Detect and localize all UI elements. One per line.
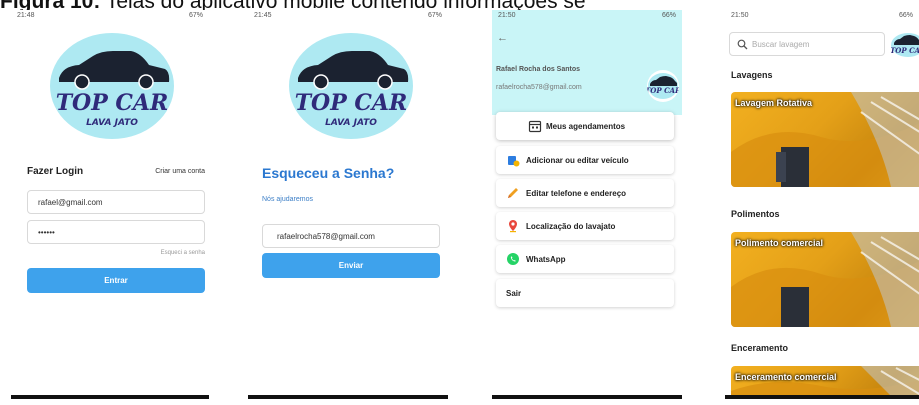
service-card-label: Polimento comercial [735, 238, 824, 248]
waxing-photo [731, 366, 919, 399]
status-battery: 67% [188, 12, 203, 19]
search-input[interactable]: Buscar lavagem [729, 32, 885, 56]
password-field[interactable]: •••••• [27, 220, 205, 244]
section-title: Polimentos [731, 209, 780, 219]
recovery-email-field[interactable]: rafaelrocha578@gmail.com [262, 224, 440, 248]
service-card-label: Lavagem Rotativa [735, 98, 813, 108]
service-card-enceramento[interactable]: Enceramento comercial [731, 366, 919, 399]
services-screen: 21:50 66% Buscar lavagem TOP CAR Lavagen… [725, 10, 919, 399]
status-bar: 21:48 67% [11, 10, 209, 24]
svg-text:TOP CAR: TOP CAR [647, 86, 679, 95]
svg-text:TOP CAR: TOP CAR [891, 46, 919, 55]
status-time: 21:50 [498, 12, 516, 19]
avatar: TOP CAR [647, 70, 679, 102]
forgot-subtitle: Nós ajudaremos [262, 196, 313, 203]
whatsapp-icon [507, 253, 519, 265]
section-title: Enceramento [731, 343, 789, 353]
status-bar: 21:45 67% [248, 10, 448, 24]
location-pin-icon [509, 220, 517, 233]
status-time: 21:50 [731, 12, 749, 19]
profile-menu-screen: 21:50 66% ← Rafael Rocha dos Santos rafa… [492, 10, 682, 399]
svg-text:TOP CAR: TOP CAR [295, 90, 408, 116]
status-battery: 66% [898, 12, 913, 19]
top-car-logo: TOP CAR LAVA JATO [49, 32, 175, 140]
login-button[interactable]: Entrar [27, 268, 205, 293]
forgot-title: Esqueceu a Senha? [262, 165, 395, 181]
header-logo: TOP CAR [890, 32, 919, 58]
menu-item-label: Editar telefone e endereço [526, 188, 627, 198]
pencil-icon [508, 188, 518, 198]
menu-item-logout[interactable]: Sair [496, 279, 674, 307]
email-field[interactable]: rafael@gmail.com [27, 190, 205, 214]
user-email: rafaelrocha578@gmail.com [496, 84, 582, 91]
forgot-password-screen: 21:45 67% TOP CAR LAVA JATO Esqueceu a S… [248, 10, 448, 399]
calendar-icon [528, 120, 542, 133]
service-card-label: Enceramento comercial [735, 372, 837, 382]
svg-text:LAVA JATO: LAVA JATO [325, 118, 377, 128]
back-arrow-icon[interactable]: ← [497, 32, 508, 44]
menu-item-label: Meus agendamentos [546, 121, 626, 131]
status-time: 21:48 [17, 12, 35, 19]
top-car-logo: TOP CAR LAVA JATO [288, 32, 414, 140]
menu-item-location[interactable]: Localização do lavajato [496, 212, 674, 240]
menu-item-label: WhatsApp [526, 254, 566, 264]
car-icon [508, 156, 520, 167]
login-title: Fazer Login [27, 166, 84, 177]
menu-item-appointments[interactable]: Meus agendamentos [496, 112, 674, 140]
svg-text:TOP CAR: TOP CAR [56, 90, 169, 116]
search-placeholder: Buscar lavagem [752, 39, 810, 49]
section-title: Lavagens [731, 70, 773, 80]
create-account-link[interactable]: Criar uma conta [155, 168, 205, 175]
send-button[interactable]: Enviar [262, 253, 440, 278]
status-bar: 21:50 66% [492, 10, 682, 24]
user-name: Rafael Rocha dos Santos [496, 66, 581, 73]
menu-item-whatsapp[interactable]: WhatsApp [496, 245, 674, 273]
search-icon [737, 39, 748, 50]
menu-item-edit-contact[interactable]: Editar telefone e endereço [496, 179, 674, 207]
status-battery: 66% [661, 12, 676, 19]
menu-item-vehicle[interactable]: Adicionar ou editar veículo [496, 146, 674, 174]
status-battery: 67% [427, 12, 442, 19]
login-screen: 21:48 67% TOP CAR LAVA JATO Fazer Login … [11, 10, 209, 399]
menu-item-label: Adicionar ou editar veículo [526, 155, 629, 165]
svg-text:LAVA JATO: LAVA JATO [86, 118, 138, 128]
menu-item-label: Localização do lavajato [526, 221, 616, 231]
menu-item-label: Sair [506, 288, 522, 298]
service-card-rotativa[interactable]: Lavagem Rotativa [731, 92, 919, 187]
status-bar: 21:50 66% [725, 10, 919, 24]
forgot-password-link[interactable]: Esqueci a senha [161, 250, 205, 256]
service-card-polimento[interactable]: Polimento comercial [731, 232, 919, 327]
status-time: 21:45 [254, 12, 272, 19]
